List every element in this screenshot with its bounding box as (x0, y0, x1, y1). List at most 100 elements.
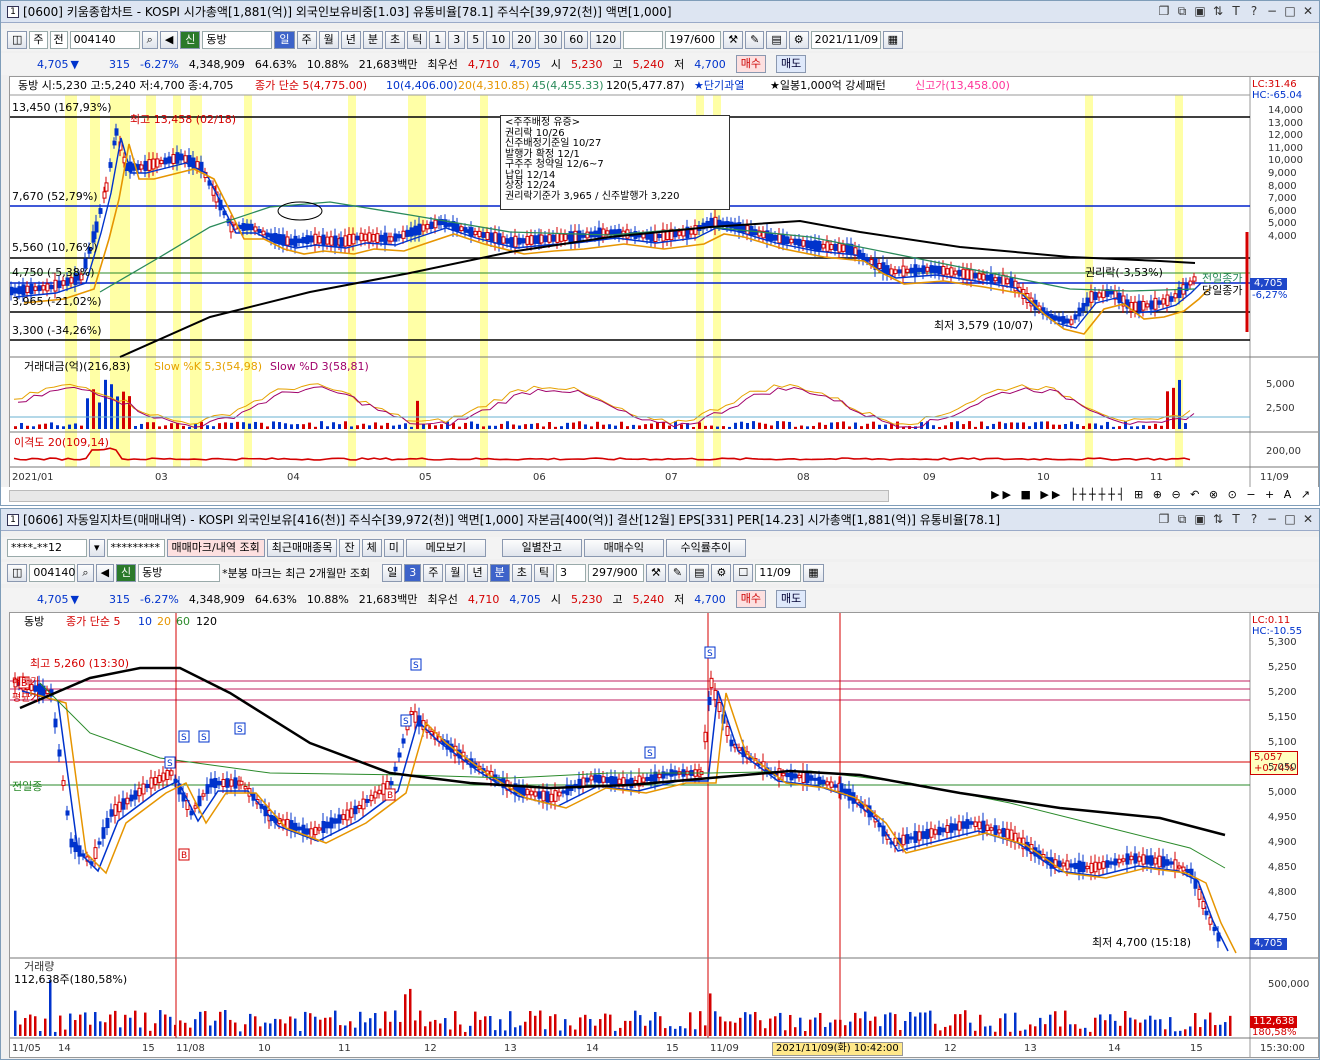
buy-button[interactable]: 매수 (735, 590, 767, 608)
maximize-icon[interactable]: □ (1283, 512, 1297, 526)
min-120-button[interactable]: 120 (590, 31, 622, 49)
filled-button[interactable]: 체 (361, 539, 382, 557)
min-20-button[interactable]: 20 (512, 31, 537, 49)
account-dropdown-icon[interactable]: ▾ (89, 539, 105, 557)
period-year-button[interactable]: 년 (340, 31, 361, 49)
account-select[interactable]: ****-**12 (7, 539, 87, 557)
period-month-button[interactable]: 월 (318, 31, 339, 49)
maximize-icon[interactable]: □ (1283, 4, 1297, 18)
date-checkbox[interactable]: ☐ (733, 564, 754, 582)
balance-button[interactable]: 잔 (339, 539, 360, 557)
min-1-button[interactable]: 1 (429, 31, 447, 49)
chart-tool-icon[interactable]: ⚒ (645, 564, 666, 582)
unfilled-button[interactable]: 미 (383, 539, 404, 557)
sort-icon[interactable]: ⇅ (1211, 512, 1225, 526)
window-icon-2[interactable]: ▣ (1193, 512, 1207, 526)
trade-profit-button[interactable]: 매매수익 (583, 539, 664, 557)
search-icon[interactable]: ⌕ (77, 564, 94, 582)
sound-icon[interactable]: ◀ (95, 564, 115, 582)
count-field[interactable]: 197/600 (665, 31, 722, 49)
sound-icon[interactable]: ◀ (159, 31, 179, 49)
buy-button[interactable]: 매수 (735, 55, 767, 73)
stock-name-field[interactable]: 동방 (138, 564, 221, 582)
volume-bar (844, 1025, 847, 1036)
period-tick-button[interactable]: 틱 (407, 31, 428, 49)
return-trend-button[interactable]: 수익률추이 (665, 539, 746, 557)
period-year-button[interactable]: 년 (467, 564, 488, 582)
link-icon[interactable]: ⧉ (1175, 4, 1189, 18)
period-week-button[interactable]: 주 (296, 31, 317, 49)
period-min-button[interactable]: 분 (362, 31, 384, 49)
minute-select[interactable]: 3 (555, 564, 586, 582)
calendar-icon[interactable]: ▦ (882, 31, 904, 49)
window-icon-2[interactable]: ▣ (1193, 4, 1207, 18)
search-icon[interactable]: ⌕ (141, 31, 158, 49)
period-day-button[interactable]: 일 (382, 564, 403, 582)
prev-select[interactable]: 전 (49, 31, 68, 49)
volume-bar (542, 426, 545, 429)
min-5-button[interactable]: 5 (467, 31, 485, 49)
text-icon[interactable]: T (1229, 512, 1243, 526)
calendar-icon[interactable]: ▦ (803, 564, 824, 582)
level-label-2: 7,670 (52,79%) (12, 190, 98, 203)
sort-icon[interactable]: ⇅ (1211, 4, 1225, 18)
date-field[interactable]: 11/09 (755, 564, 802, 582)
restore-icon[interactable]: ❐ (1157, 512, 1171, 526)
period-month-button[interactable]: 월 (445, 564, 466, 582)
min-3-button[interactable]: 3 (448, 31, 466, 49)
help-icon[interactable]: ? (1247, 4, 1261, 18)
text-icon[interactable]: T (1229, 4, 1243, 18)
period-n-select[interactable]: 3 (404, 564, 422, 582)
top-y-tick: 6,000 (1268, 205, 1297, 217)
bottom-price-chart[interactable]: SS SSSSSSBBB (10, 613, 1319, 1058)
min-60-button[interactable]: 60 (564, 31, 589, 49)
memo-button[interactable]: 메모보기 (405, 539, 486, 557)
stock-code-input[interactable]: 004140 (29, 564, 76, 582)
trade-mark-lookup-button[interactable]: 매매마크/내역 조회 (166, 539, 265, 557)
password-field[interactable]: ********* (106, 539, 165, 557)
link-icon[interactable]: ⧉ (1175, 512, 1189, 526)
volume-bar (494, 1030, 497, 1036)
close-icon[interactable]: ✕ (1301, 4, 1315, 18)
top-scrollbar[interactable] (9, 490, 889, 502)
help-icon[interactable]: ? (1247, 512, 1261, 526)
top-chart-area[interactable]: 동방 시:5,230 고:5,240 저:4,700 종:4,705 종가 단순… (9, 76, 1319, 488)
date-field[interactable]: 2021/11/09 (810, 31, 881, 49)
stock-code-input[interactable]: 004140 (69, 31, 140, 49)
period-day-button[interactable]: 일 (274, 31, 295, 49)
min-30-button[interactable]: 30 (538, 31, 563, 49)
gear-icon[interactable]: ⚙ (711, 564, 732, 582)
layout-icon[interactable]: ◫ (7, 31, 28, 49)
period-min-button[interactable]: 분 (489, 564, 510, 582)
draw-tool-icon[interactable]: ✎ (667, 564, 688, 582)
period-sec-button[interactable]: 초 (511, 564, 532, 582)
close-icon[interactable]: ✕ (1301, 512, 1315, 526)
candle-body (1121, 858, 1126, 862)
save-icon[interactable]: ▤ (689, 564, 710, 582)
min-10-button[interactable]: 10 (486, 31, 511, 49)
period-sec-button[interactable]: 초 (385, 31, 406, 49)
recent-trades-button[interactable]: 최근매매종목 (266, 539, 338, 557)
volume-bar (1199, 1027, 1202, 1036)
volume-bar (214, 1020, 217, 1036)
draw-tool-icon[interactable]: ✎ (745, 31, 765, 49)
daily-balance-button[interactable]: 일별잔고 (501, 539, 582, 557)
minimize-icon[interactable]: − (1265, 4, 1279, 18)
gear-icon[interactable]: ⚙ (788, 31, 809, 49)
period-select[interactable]: 주 (29, 31, 48, 49)
period-week-button[interactable]: 주 (423, 564, 444, 582)
count-field[interactable]: 297/900 (587, 564, 644, 582)
restore-icon[interactable]: ❐ (1157, 4, 1171, 18)
stock-name-field[interactable]: 동방 (202, 31, 273, 49)
bottom-chart-area[interactable]: SSSSSSSSBBB 동방 종가 단순 5 10 20 60 120 LC:0… (9, 612, 1319, 1058)
sell-button[interactable]: 매도 (776, 55, 807, 73)
save-icon[interactable]: ▤ (766, 31, 787, 49)
top-nav-controls[interactable]: ▶▶ ■ ▶▶ ├┼┼┼┼┤ ⊞ ⊕ ⊖ ↶ ⊗ ⊙ − + A ↗ (991, 488, 1313, 501)
custom-period-select[interactable] (623, 31, 664, 49)
sell-button[interactable]: 매도 (776, 590, 807, 608)
top-current-rate: -6,27% (1252, 290, 1288, 301)
minimize-icon[interactable]: − (1265, 512, 1279, 526)
layout-icon[interactable]: ◫ (7, 564, 28, 582)
period-tick-button[interactable]: 틱 (533, 564, 554, 582)
chart-tool-icon[interactable]: ⚒ (723, 31, 744, 49)
